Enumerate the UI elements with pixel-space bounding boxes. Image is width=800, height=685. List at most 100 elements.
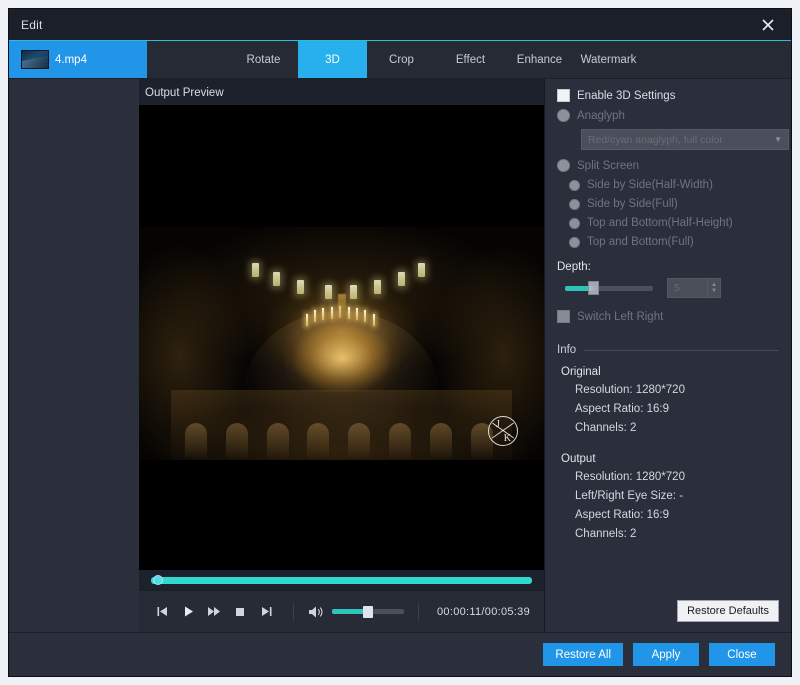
play-icon bbox=[182, 605, 195, 618]
depth-row: 5 ▲ ▼ bbox=[557, 278, 779, 298]
tab-watermark[interactable]: Watermark bbox=[574, 41, 643, 78]
depth-handle[interactable] bbox=[588, 281, 599, 295]
output-eye-size: Left/Right Eye Size: - bbox=[557, 490, 779, 502]
tab-rotate[interactable]: Rotate bbox=[229, 41, 298, 78]
split-option-side-full[interactable]: Side by Side(Full) bbox=[569, 198, 779, 210]
transport-divider-1 bbox=[293, 603, 294, 621]
top-bottom-full-radio[interactable] bbox=[569, 237, 580, 248]
volume-slider[interactable] bbox=[332, 609, 404, 614]
switch-left-right-row[interactable]: Switch Left Right bbox=[557, 310, 779, 323]
fast-forward-button[interactable] bbox=[201, 599, 227, 625]
preview-stage[interactable]: J K bbox=[139, 105, 544, 570]
anaglyph-type-select[interactable]: Red/cyan anaglyph, full color ▼ bbox=[581, 129, 789, 150]
seek-slider[interactable] bbox=[151, 577, 532, 584]
switch-left-right-checkbox[interactable] bbox=[557, 310, 570, 323]
file-tab-label: 4.mp4 bbox=[55, 54, 87, 66]
switch-left-right-label: Switch Left Right bbox=[577, 311, 663, 323]
edit-tabs: Rotate 3D Crop Effect Enhance Watermark bbox=[147, 41, 791, 78]
anaglyph-radio[interactable] bbox=[557, 109, 570, 122]
volume-control bbox=[308, 605, 404, 619]
seek-handle[interactable] bbox=[153, 575, 163, 585]
tab-crop[interactable]: Crop bbox=[367, 41, 436, 78]
lower-arcade bbox=[171, 390, 511, 460]
output-resolution: Resolution: 1280*720 bbox=[557, 471, 779, 483]
timeline-container bbox=[139, 570, 544, 590]
stepper-arrows-icon[interactable]: ▲ ▼ bbox=[707, 279, 720, 297]
restore-defaults-button[interactable]: Restore Defaults bbox=[677, 600, 779, 622]
stop-button[interactable] bbox=[227, 599, 253, 625]
title-bar: Edit bbox=[9, 9, 791, 41]
video-thumbnail-icon bbox=[21, 50, 49, 69]
previous-button[interactable] bbox=[149, 599, 175, 625]
stop-icon bbox=[234, 606, 246, 618]
split-option-topbottom-half[interactable]: Top and Bottom(Half-Height) bbox=[569, 217, 779, 229]
side-by-side-full-radio[interactable] bbox=[569, 199, 580, 210]
original-aspect-ratio: Aspect Ratio: 16:9 bbox=[557, 403, 779, 415]
info-gap bbox=[557, 441, 779, 453]
tab-strip: 4.mp4 Rotate 3D Crop Effect Enhance Wate… bbox=[9, 41, 791, 79]
window-title: Edit bbox=[9, 18, 42, 32]
info-header: Info bbox=[557, 344, 779, 356]
side-by-side-half-label: Side by Side(Half-Width) bbox=[587, 179, 713, 191]
output-aspect-ratio: Aspect Ratio: 16:9 bbox=[557, 509, 779, 521]
info-title: Info bbox=[557, 344, 576, 356]
volume-fill bbox=[332, 609, 367, 614]
close-window-button[interactable]: Close bbox=[709, 643, 775, 666]
transport-divider-2 bbox=[418, 603, 419, 621]
watermark-letter-j: J bbox=[496, 419, 500, 430]
footer-bar: Restore All Apply Close bbox=[9, 632, 791, 676]
window-body: Output Preview bbox=[9, 79, 791, 632]
top-bottom-half-label: Top and Bottom(Half-Height) bbox=[587, 217, 733, 229]
skip-next-icon bbox=[260, 605, 273, 618]
info-divider bbox=[584, 350, 779, 351]
fast-forward-icon bbox=[207, 605, 221, 618]
timecode-display: 00:00:11/00:05:39 bbox=[437, 606, 534, 618]
stepper-down-icon[interactable]: ▼ bbox=[711, 288, 717, 294]
enable-3d-row[interactable]: Enable 3D Settings bbox=[557, 89, 779, 102]
transport-bar: 00:00:11/00:05:39 bbox=[139, 590, 544, 632]
enable-3d-checkbox[interactable] bbox=[557, 89, 570, 102]
speaker-icon[interactable] bbox=[308, 605, 324, 619]
close-button[interactable] bbox=[749, 11, 787, 39]
top-bottom-half-radio[interactable] bbox=[569, 218, 580, 229]
jk-watermark-icon: J K bbox=[488, 416, 518, 446]
depth-slider[interactable] bbox=[565, 286, 653, 291]
anaglyph-type-value: Red/cyan anaglyph, full color bbox=[588, 134, 774, 146]
side-by-side-full-label: Side by Side(Full) bbox=[587, 198, 678, 210]
split-screen-radio[interactable] bbox=[557, 159, 570, 172]
preview-label: Output Preview bbox=[139, 79, 544, 105]
original-resolution: Resolution: 1280*720 bbox=[557, 384, 779, 396]
edit-window: Edit 4.mp4 Rotate 3D Crop Effect Enhance… bbox=[8, 8, 792, 677]
depth-value: 5 bbox=[668, 282, 707, 294]
settings-panel: Enable 3D Settings Anaglyph Red/cyan ana… bbox=[545, 79, 791, 632]
next-button[interactable] bbox=[253, 599, 279, 625]
skip-previous-icon bbox=[156, 605, 169, 618]
chandelier bbox=[284, 316, 400, 392]
tab-3d[interactable]: 3D bbox=[298, 41, 367, 78]
seek-fill bbox=[151, 577, 532, 584]
original-section-label: Original bbox=[557, 366, 779, 378]
output-section-label: Output bbox=[557, 453, 779, 465]
top-bottom-full-label: Top and Bottom(Full) bbox=[587, 236, 694, 248]
split-screen-row[interactable]: Split Screen bbox=[557, 159, 779, 172]
anaglyph-row[interactable]: Anaglyph bbox=[557, 109, 779, 122]
video-frame: J K bbox=[139, 227, 544, 460]
chevron-down-icon: ▼ bbox=[774, 135, 782, 144]
volume-handle[interactable] bbox=[363, 606, 373, 618]
depth-label: Depth: bbox=[557, 261, 779, 273]
apply-button[interactable]: Apply bbox=[633, 643, 699, 666]
side-by-side-half-radio[interactable] bbox=[569, 180, 580, 191]
left-rail bbox=[9, 79, 139, 632]
tab-effect[interactable]: Effect bbox=[436, 41, 505, 78]
restore-all-button[interactable]: Restore All bbox=[543, 643, 623, 666]
depth-stepper[interactable]: 5 ▲ ▼ bbox=[667, 278, 721, 298]
split-option-topbottom-full[interactable]: Top and Bottom(Full) bbox=[569, 236, 779, 248]
preview-column: Output Preview bbox=[139, 79, 545, 632]
split-screen-label: Split Screen bbox=[577, 160, 639, 172]
play-button[interactable] bbox=[175, 599, 201, 625]
file-tab-4mp4[interactable]: 4.mp4 bbox=[9, 41, 147, 78]
tab-enhance[interactable]: Enhance bbox=[505, 41, 574, 78]
anaglyph-label: Anaglyph bbox=[577, 110, 625, 122]
watermark-letter-k: K bbox=[504, 433, 511, 444]
split-option-side-half[interactable]: Side by Side(Half-Width) bbox=[569, 179, 779, 191]
